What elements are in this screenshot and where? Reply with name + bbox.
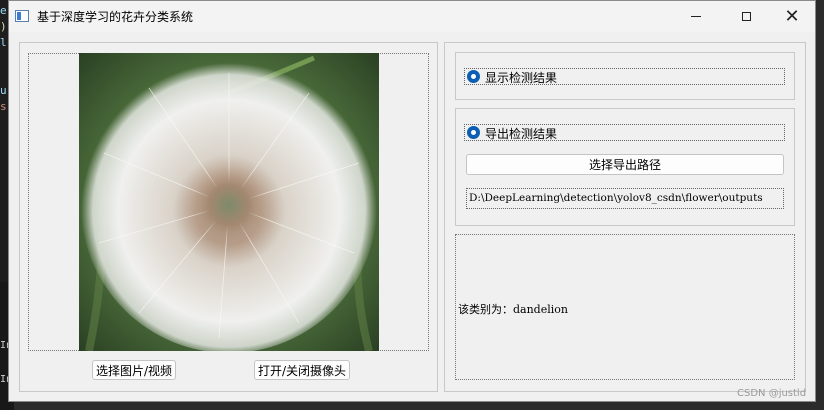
- minimize-icon: [691, 16, 701, 17]
- radio-checked-icon[interactable]: [467, 70, 480, 83]
- select-export-path-button[interactable]: 选择导出路径: [466, 154, 784, 175]
- export-path-field[interactable]: D:\DeepLearning\detection\yolov8_csdn\fl…: [466, 188, 784, 209]
- result-label: 该类别为：: [458, 303, 513, 316]
- code-fragment: ): [0, 20, 7, 33]
- title-bar[interactable]: 基于深度学习的花卉分类系统 ✕: [9, 1, 815, 32]
- result-value: dandelion: [513, 303, 568, 316]
- show-results-option[interactable]: 显示检测结果: [464, 68, 785, 85]
- code-fragment: l: [0, 36, 7, 49]
- window-title: 基于深度学习的花卉分类系统: [37, 10, 194, 24]
- code-fragment: u: [0, 84, 7, 97]
- app-icon: [15, 10, 29, 22]
- flower-image: [79, 53, 379, 351]
- close-button[interactable]: ✕: [769, 1, 815, 32]
- toggle-camera-button[interactable]: 打开/关闭摄像头: [254, 360, 350, 380]
- export-results-label: 导出检测结果: [485, 127, 558, 141]
- code-fragment: s: [0, 100, 7, 113]
- watermark: CSDN @justld: [737, 388, 807, 399]
- code-fragment: e: [0, 4, 7, 17]
- maximize-icon: [741, 12, 751, 21]
- classification-result: 该类别为：dandelion: [458, 301, 568, 317]
- close-icon: ✕: [784, 5, 800, 27]
- export-results-option[interactable]: 导出检测结果: [464, 124, 785, 141]
- maximize-button[interactable]: [723, 1, 769, 32]
- show-results-label: 显示检测结果: [485, 71, 558, 85]
- radio-checked-icon[interactable]: [467, 126, 480, 139]
- select-image-video-button[interactable]: 选择图片/视频: [92, 360, 176, 380]
- minimize-button[interactable]: [673, 1, 719, 32]
